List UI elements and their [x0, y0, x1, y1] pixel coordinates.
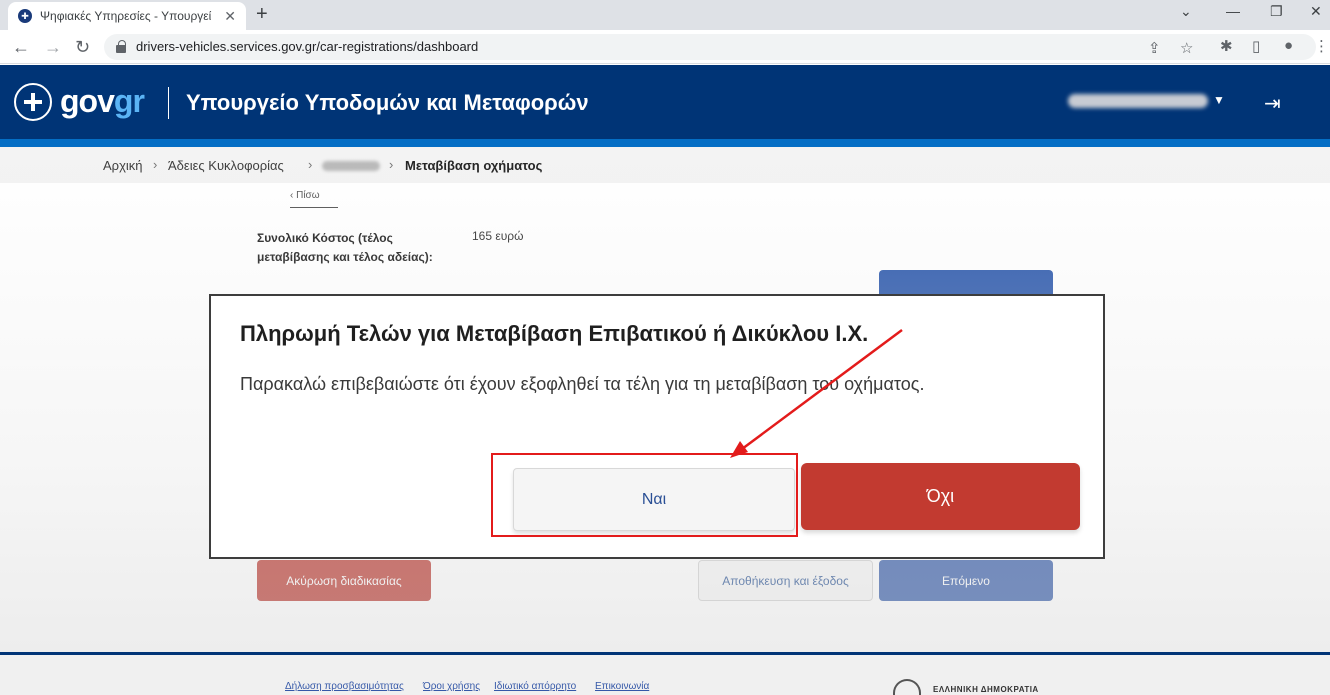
star-icon[interactable]: ☆: [1180, 39, 1193, 57]
breadcrumb-licenses[interactable]: Άδειες Κυκλοφορίας: [168, 158, 284, 173]
browser-tab[interactable]: ✚ Ψηφιακές Υπηρεσίες - Υπουργεί ✕: [8, 2, 246, 30]
puzzle-icon[interactable]: ✱: [1220, 37, 1233, 55]
forward-arrow-icon[interactable]: →: [44, 37, 62, 58]
breadcrumb-home[interactable]: Αρχική: [103, 158, 143, 173]
back-arrow-icon[interactable]: ←: [12, 37, 30, 58]
breadcrumb-redacted[interactable]: [322, 161, 380, 171]
footer-link-accessibility[interactable]: Δήλωση προσβασιμότητας: [285, 681, 404, 692]
breadcrumb: Αρχική › Άδειες Κυκλοφορίας › › Μεταβίβα…: [0, 147, 1330, 183]
hellenic-republic-label: ΕΛΛΗΝΙΚΗ ΔΗΜΟΚΡΑΤΙΑ: [933, 685, 1039, 694]
breadcrumb-separator-icon: ›: [153, 157, 158, 172]
site-footer: Δήλωση προσβασιμότητας Όροι χρήσης Ιδιωτ…: [0, 652, 1330, 695]
reload-icon[interactable]: ↻: [75, 37, 90, 58]
tab-search-icon[interactable]: ⌄: [1180, 3, 1192, 20]
sidepanel-icon[interactable]: ▯: [1252, 37, 1260, 55]
tab-title: Ψηφιακές Υπηρεσίες - Υπουργεί: [40, 9, 212, 23]
save-and-exit-button[interactable]: Αποθήκευση και έξοδος: [698, 560, 873, 601]
minimize-icon[interactable]: —: [1226, 3, 1240, 19]
dialog-message: Παρακαλώ επιβεβαιώστε ότι έχουν εξοφληθε…: [240, 374, 925, 394]
logout-icon[interactable]: ⇥: [1264, 91, 1281, 116]
footer-link-privacy[interactable]: Ιδιωτικό απόρρητο: [494, 681, 576, 692]
url-text: drivers-vehicles.services.gov.gr/car-reg…: [136, 39, 479, 54]
close-window-icon[interactable]: ✕: [1310, 3, 1322, 20]
browser-tab-strip: ✚ Ψηφιακές Υπηρεσίες - Υπουργεί ✕ + ⌄ — …: [0, 0, 1330, 30]
total-cost-value: 165 ευρώ: [472, 229, 524, 243]
footer-link-terms[interactable]: Όροι χρήσης: [423, 681, 480, 692]
back-link[interactable]: ‹ Πίσω: [290, 190, 338, 208]
greek-emblem-icon[interactable]: [14, 83, 52, 121]
restore-icon[interactable]: ❐: [1270, 3, 1283, 20]
kebab-menu-icon[interactable]: ⋮: [1314, 37, 1329, 55]
browser-toolbar: ← → ↻ drivers-vehicles.services.gov.gr/c…: [0, 30, 1330, 64]
share-icon[interactable]: ⇪: [1148, 39, 1161, 57]
caret-down-icon[interactable]: ▼: [1213, 93, 1225, 107]
payment-confirmation-dialog: Πληρωμή Τελών για Μεταβίβαση Επιβατικού …: [209, 294, 1105, 559]
ministry-title: Υπουργείο Υποδομών και Μεταφορών: [186, 90, 589, 115]
breadcrumb-separator-icon: ›: [389, 157, 394, 172]
govgr-logo[interactable]: govgr: [60, 83, 145, 120]
next-button[interactable]: Επόμενο: [879, 560, 1053, 601]
footer-link-contact[interactable]: Επικοινωνία: [595, 681, 649, 692]
site-header: govgr Υπουργείο Υποδομών και Μεταφορών ▼…: [0, 65, 1330, 139]
govgr-favicon-icon: ✚: [18, 9, 32, 23]
breadcrumb-separator-icon: ›: [308, 157, 313, 172]
cancel-process-button[interactable]: Ακύρωση διαδικασίας: [257, 560, 431, 601]
address-bar[interactable]: drivers-vehicles.services.gov.gr/car-reg…: [104, 34, 1316, 60]
profile-icon[interactable]: ●: [1284, 37, 1293, 54]
user-name-redacted[interactable]: [1068, 94, 1208, 108]
lock-icon[interactable]: [116, 40, 126, 53]
breadcrumb-current: Μεταβίβαση οχήματος: [405, 158, 543, 173]
header-stripe: [0, 139, 1330, 147]
no-button[interactable]: Όχι: [801, 463, 1080, 530]
tab-close-icon[interactable]: ✕: [224, 8, 236, 25]
header-divider: [168, 87, 169, 119]
dialog-title: Πληρωμή Τελών για Μεταβίβαση Επιβατικού …: [240, 321, 869, 346]
total-cost-label: Συνολικό Κόστος (τέλος μεταβίβασης και τ…: [257, 231, 433, 264]
yes-button[interactable]: Ναι: [513, 468, 795, 531]
hellenic-republic-seal-icon: [893, 679, 921, 695]
new-tab-icon[interactable]: +: [256, 3, 268, 26]
